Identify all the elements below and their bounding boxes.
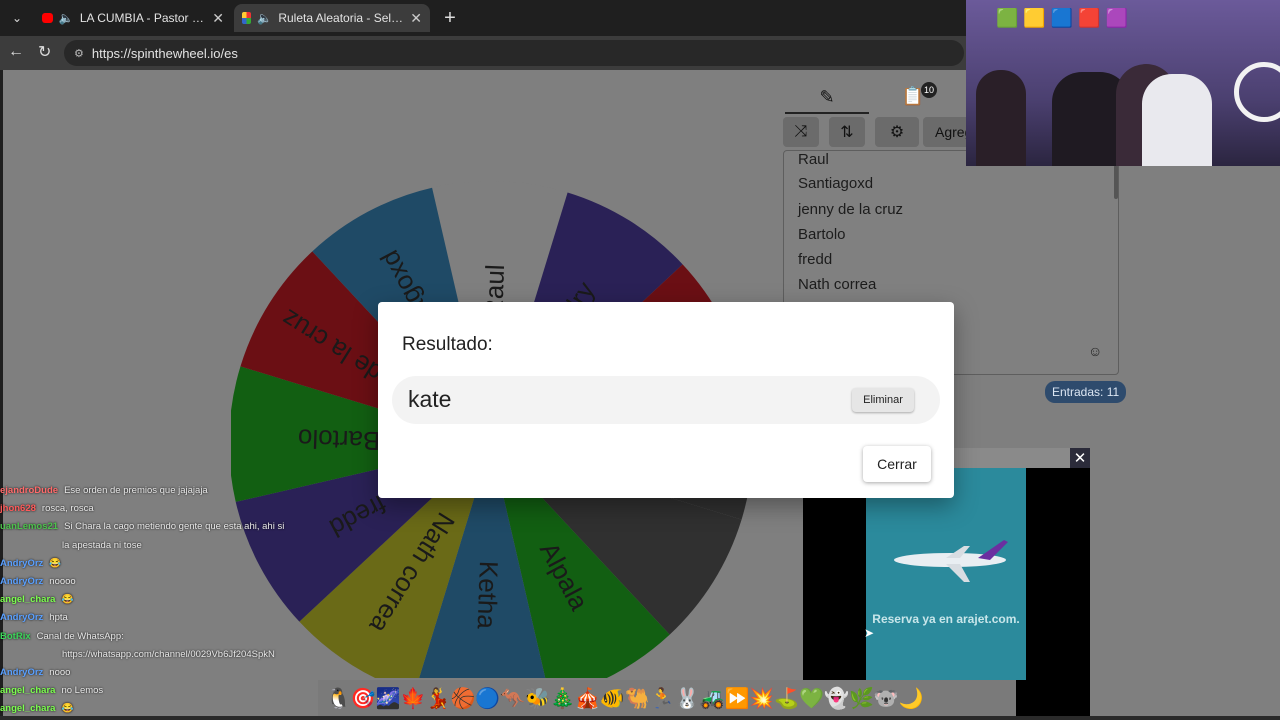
remove-button[interactable]: Eliminar [852, 388, 914, 412]
webcam-overlay: 🟩 🟨 🟦 🟥 🟪 [966, 0, 1280, 166]
chat-text: rosca, rosca [41, 503, 94, 515]
list-item: Raul [798, 151, 829, 168]
chat-message: AndryOrz 😂 [0, 557, 61, 571]
ad-creative[interactable] [866, 468, 1026, 680]
chat-text: no Lemos [61, 685, 104, 697]
sort-icon: ⇅ [840, 124, 854, 141]
reload-icon[interactable]: ↻ [38, 42, 51, 62]
chat-message: angel_chara 😂 [0, 593, 73, 607]
chat-text: Canal de WhatsApp: [36, 630, 124, 642]
stream-chat: ejandroDude Ese orden de premios que jaja… [0, 484, 310, 720]
chat-username: BotRix [0, 630, 31, 642]
results-tab[interactable]: 📋 10 [883, 80, 943, 112]
tab-la-cumbia[interactable]: 🔈 LA CUMBIA - Pastor López (Vi ✕ [34, 4, 232, 32]
sort-button[interactable]: ⇅ [829, 117, 865, 147]
shuffle-button[interactable]: ⤨ [783, 117, 819, 147]
tab-title: LA CUMBIA - Pastor López (Vi [79, 11, 206, 25]
chat-message: AndryOrz noooo [0, 575, 76, 589]
chat-username: AndryOrz [0, 612, 44, 624]
back-arrow-icon[interactable]: ← [8, 43, 24, 61]
person-silhouette [1142, 74, 1212, 166]
chat-username: AndryOrz [0, 557, 44, 569]
chat-message: angel_chara no Lemos [0, 684, 103, 698]
chat-text: 😂 [61, 594, 74, 606]
list-item: jenny de la cruz [798, 201, 904, 218]
tab-ruleta-aleatoria[interactable]: 🔈 Ruleta Aleatoria - Selector Per ✕ [234, 4, 430, 32]
chat-message: uanLemos21 Si Chara la cago metiendo gent… [0, 520, 284, 534]
ad-text: Reserva ya en arajet.com. [872, 612, 1020, 626]
chat-message: BotRix Canal de WhatsApp: [0, 630, 124, 644]
result-row: kate Eliminar [392, 376, 940, 424]
chat-username: angel_chara [0, 594, 56, 606]
chat-text: Si Chara la cago metiendo gente que esta… [64, 521, 285, 533]
list-item: Bartolo [798, 226, 846, 243]
youtube-icon [42, 13, 53, 23]
dialog-title: Resultado: [402, 334, 493, 355]
list-item: Santiagoxd [798, 175, 874, 192]
url-field[interactable]: ⚙ https://spinthewheel.io/es [64, 40, 964, 66]
emoji-strip: 🐧🎯🌌🍁💃🏀🔵🦘🐝🎄🎪🐠🐫🏃🐰🚜⏩💥⛳💚👻🌿🐨🌙 [318, 680, 1016, 716]
spinthewheel-favicon-icon [242, 12, 252, 24]
close-tab-icon[interactable]: ✕ [212, 10, 224, 27]
chat-text: Ese orden de premios que jajajaja [64, 485, 208, 496]
chat-username: angel_chara [0, 685, 56, 697]
person-silhouette [976, 70, 1026, 166]
chat-username: AndryOrz [0, 667, 44, 678]
result-dialog: Resultado: kate Eliminar Cerrar [378, 302, 954, 498]
bottom-strip [0, 716, 1280, 720]
list-item: Nath correa [798, 276, 877, 293]
chat-message: AndryOrz nooo [0, 666, 70, 680]
close-ad-icon[interactable]: ✕ [1070, 448, 1090, 468]
edit-tab[interactable]: ✎ [785, 82, 869, 114]
chat-username: uanLemos21 [0, 521, 59, 533]
chat-message: jhon628 rosca, rosca [0, 502, 94, 516]
wheel-segment-label: Bartolo [297, 423, 380, 456]
settings-button[interactable]: ⚙ [875, 117, 919, 147]
chat-username: angel_chara [0, 703, 56, 715]
chat-text: 😂 [61, 703, 74, 715]
chat-text: 😂 [49, 557, 62, 569]
chat-message: angel_chara 😂 [0, 702, 73, 716]
chat-username: jhon628 [0, 503, 36, 515]
result-name: kate [408, 386, 452, 412]
close-button[interactable]: Cerrar [863, 446, 931, 482]
chat-username: ejandroDude [0, 485, 59, 496]
scrollbar[interactable] [1114, 165, 1118, 199]
shuffle-icon: ⤨ [794, 123, 808, 140]
airplane-icon [894, 540, 1008, 582]
audio-playing-icon[interactable]: 🔈 [257, 11, 272, 25]
new-tab-button[interactable]: + [440, 6, 460, 30]
wheel-segment-label: Ketha [472, 560, 504, 629]
site-info-icon[interactable]: ⚙ [74, 47, 84, 60]
chat-text: la apestada ni tose [62, 539, 142, 551]
chat-text: nooo [49, 667, 71, 678]
audio-playing-icon[interactable]: 🔈 [59, 11, 74, 25]
tab-list-chevron-icon[interactable]: ⌄ [8, 9, 26, 27]
emoji-icon[interactable]: ☺ [1088, 343, 1102, 359]
mouse-cursor-icon: ➤ [864, 626, 875, 640]
chat-message: ejandroDude Ese orden de premios que jaja… [0, 484, 208, 498]
pencil-icon: ✎ [819, 86, 835, 107]
tab-title: Ruleta Aleatoria - Selector Per [278, 11, 404, 25]
chat-message: AndryOrz hpta [0, 611, 68, 625]
results-count-badge: 10 [921, 82, 937, 98]
decoration-flags: 🟩 🟨 🟦 🟥 🟪 [996, 8, 1129, 28]
chat-message: https://whatsapp.com/channel/0029Vb6Jf20… [0, 648, 275, 662]
url-text: https://spinthewheel.io/es [91, 45, 238, 61]
chat-message: la apestada ni tose [0, 539, 142, 553]
close-tab-icon[interactable]: ✕ [410, 10, 422, 27]
entries-count-badge: Entradas: 11 [1045, 381, 1127, 403]
list-item: fredd [798, 251, 833, 268]
chat-username: AndryOrz [0, 576, 44, 587]
chat-text: hpta [49, 612, 68, 624]
chat-text: noooo [49, 576, 76, 587]
chat-text: https://whatsapp.com/channel/0029Vb6Jf20… [62, 648, 275, 660]
gear-icon: ⚙ [889, 124, 905, 141]
